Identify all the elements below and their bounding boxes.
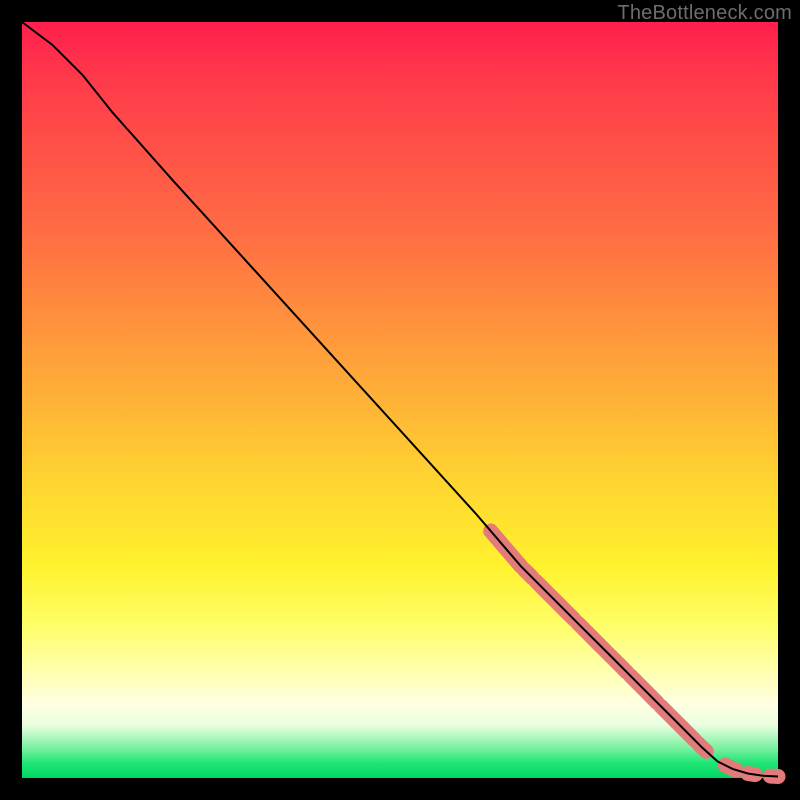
chart-frame: TheBottleneck.com bbox=[0, 0, 800, 800]
plot-area bbox=[22, 22, 778, 778]
chart-svg bbox=[22, 22, 778, 778]
highlight-blobs bbox=[491, 531, 778, 777]
watermark-text: TheBottleneck.com bbox=[617, 2, 792, 25]
curve-line bbox=[22, 22, 778, 777]
